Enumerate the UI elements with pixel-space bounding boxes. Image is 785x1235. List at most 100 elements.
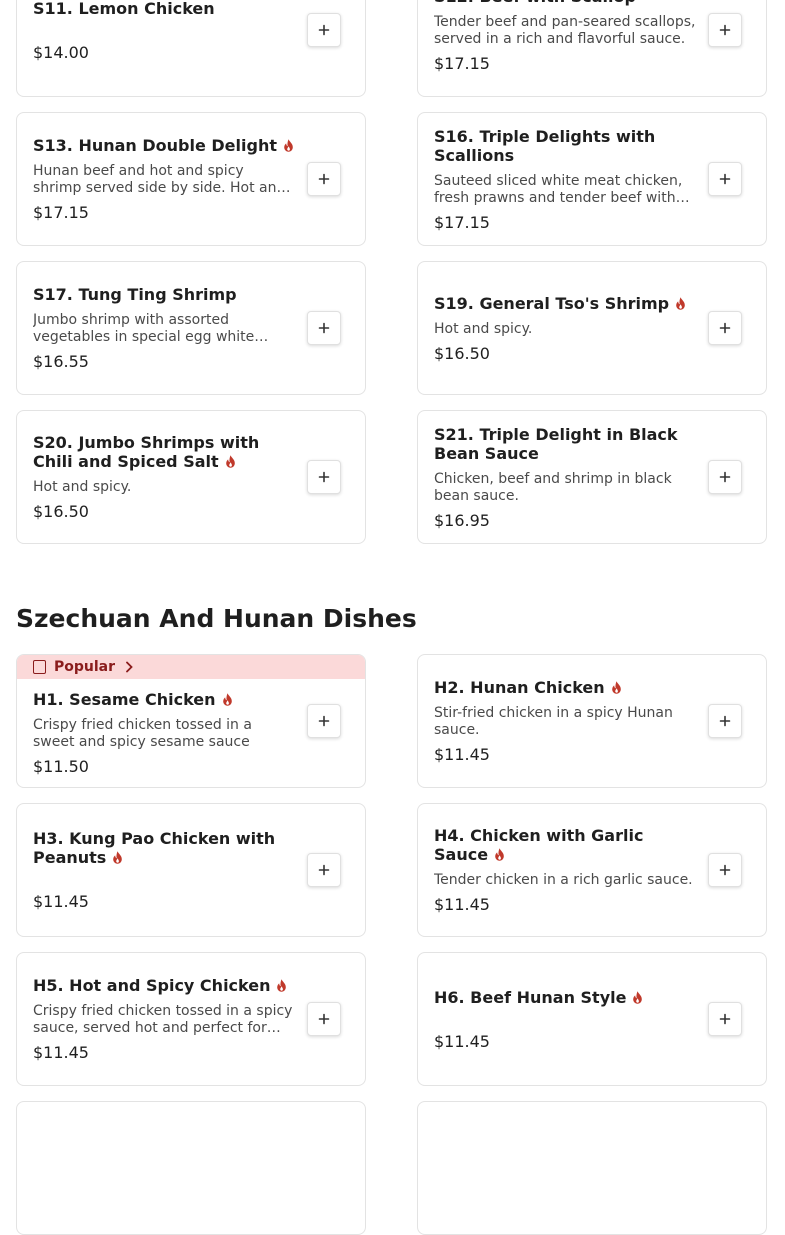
menu-item-info: H3. Kung Pao Chicken with Peanuts $11.45	[33, 804, 295, 936]
spicy-flame-icon	[276, 979, 287, 992]
menu-item-description: Chicken, beef and shrimp in black bean s…	[434, 470, 672, 504]
menu-item-name-text: S21. Triple Delight in Black Bean Sauce	[434, 424, 678, 463]
menu-item-price: $11.45	[434, 745, 490, 764]
spicy-flame-icon	[225, 455, 236, 468]
menu-item-card[interactable]: H3. Kung Pao Chicken with Peanuts $11.45	[16, 803, 366, 937]
menu-item-card[interactable]: S13. Hunan Double Delight Hunan beef and …	[16, 112, 366, 246]
plus-icon	[719, 322, 731, 334]
plus-icon	[719, 864, 731, 876]
plus-icon	[719, 715, 731, 727]
menu-item-name-text: S16. Triple Delights with Scallions	[434, 126, 656, 165]
menu-item-name-text: S12. Beef with Scallop	[434, 0, 636, 6]
menu-item-name-text: H2. Hunan Chicken	[434, 678, 605, 697]
add-to-cart-button[interactable]	[708, 1002, 742, 1036]
menu-item-description: Crispy fried chicken tossed in a sweet a…	[33, 717, 252, 750]
menu-item-info: S11. Lemon Chicken $14.00	[33, 0, 295, 96]
menu-item-name: H6. Beef Hunan Style	[434, 988, 696, 1007]
add-to-cart-button[interactable]	[307, 13, 341, 47]
add-to-cart-button[interactable]	[307, 704, 341, 738]
menu-item-name: H4. Chicken with Garlic Sauce	[434, 826, 696, 864]
menu-item-info: H2. Hunan Chicken Stir-fried chicken in a…	[434, 655, 696, 787]
menu-item-description: Crispy fried chicken tossed in a spicy s…	[33, 1003, 293, 1036]
add-to-cart-button[interactable]	[708, 460, 742, 494]
menu-item-card[interactable]: S11. Lemon Chicken $14.00	[16, 0, 366, 97]
menu-item-price: $14.00	[33, 42, 89, 62]
menu-item-description: Hunan beef and hot and spicy shrimp serv…	[33, 163, 286, 196]
menu-item-name: S20. Jumbo Shrimps with Chili and Spiced…	[33, 433, 295, 471]
menu-item-name: H3. Kung Pao Chicken with Peanuts	[33, 829, 295, 867]
plus-icon	[719, 24, 731, 36]
menu-item-description: Tender chicken in a rich garlic sauce.	[434, 872, 693, 888]
add-to-cart-button[interactable]	[708, 853, 742, 887]
menu-item-name: S11. Lemon Chicken	[33, 0, 295, 18]
menu-item-info: S17. Tung Ting Shrimp Jumbo shrimp with a…	[33, 262, 295, 394]
menu-item-name: H5. Hot and Spicy Chicken	[33, 976, 295, 995]
add-to-cart-button[interactable]	[307, 311, 341, 345]
menu-item-info: S12. Beef with Scallop Tender beef and pa…	[434, 0, 696, 96]
menu-item-info: S16. Triple Delights with Scallions Saute…	[434, 113, 696, 245]
menu-item-name-text: H3. Kung Pao Chicken with Peanuts	[33, 829, 276, 867]
plus-icon	[318, 322, 330, 334]
spicy-flame-icon	[112, 851, 123, 864]
menu-item-name: H2. Hunan Chicken	[434, 678, 696, 697]
add-to-cart-button[interactable]	[307, 460, 341, 494]
menu-item-name-text: H5. Hot and Spicy Chicken	[33, 976, 271, 995]
menu-item-card[interactable]: H4. Chicken with Garlic Sauce Tender chic…	[417, 803, 767, 937]
menu-item-name: S16. Triple Delights with Scallions	[434, 127, 696, 165]
menu-item-price: $11.45	[434, 895, 490, 914]
plus-icon	[719, 1013, 731, 1025]
add-to-cart-button[interactable]	[307, 1002, 341, 1036]
menu-item-price: $16.50	[434, 343, 490, 363]
menu-item-card[interactable]: Popular H1. Sesame Chicken Crispy fried ch…	[16, 654, 366, 788]
add-to-cart-button[interactable]	[708, 704, 742, 738]
plus-icon	[318, 715, 330, 727]
menu-item-price: $17.15	[33, 203, 89, 222]
menu-item-card[interactable]	[417, 1101, 767, 1235]
menu-item-card[interactable]: H5. Hot and Spicy Chicken Crispy fried ch…	[16, 952, 366, 1086]
popular-label: Popular	[54, 659, 116, 675]
menu-item-name-text: S19. General Tso's Shrimp	[434, 293, 670, 313]
menu-item-card[interactable]: S21. Triple Delight in Black Bean Sauce C…	[417, 410, 767, 544]
menu-item-card[interactable]: H6. Beef Hunan Style $11.45	[417, 952, 767, 1086]
menu-item-name-text: S13. Hunan Double Delight	[33, 136, 277, 155]
menu-item-price: $11.45	[434, 1031, 490, 1051]
spicy-flame-icon	[675, 296, 686, 310]
plus-icon	[318, 173, 330, 185]
plus-icon	[719, 471, 731, 483]
menu-item-card[interactable]: S20. Jumbo Shrimps with Chili and Spiced…	[16, 410, 366, 544]
menu-item-card[interactable]: S19. General Tso's Shrimp Hot and spicy. $…	[417, 261, 767, 395]
popular-banner[interactable]: Popular	[17, 655, 365, 679]
plus-icon	[318, 864, 330, 876]
menu-item-price: $11.50	[33, 757, 89, 776]
menu-item-price: $11.45	[33, 1043, 89, 1062]
menu-item-info: S19. General Tso's Shrimp Hot and spicy. $…	[434, 262, 696, 394]
menu-item-card[interactable]: S16. Triple Delights with Scallions Saute…	[417, 112, 767, 246]
add-to-cart-button[interactable]	[307, 853, 341, 887]
plus-icon	[318, 1013, 330, 1025]
menu-item-info: H5. Hot and Spicy Chicken Crispy fried ch…	[33, 953, 295, 1085]
add-to-cart-button[interactable]	[708, 13, 742, 47]
plus-icon	[719, 173, 731, 185]
menu-item-name-text: H4. Chicken with Garlic Sauce	[434, 826, 644, 864]
menu-item-price: $16.55	[33, 352, 89, 371]
spicy-flame-icon	[494, 848, 505, 861]
menu-item-name-text: S17. Tung Ting Shrimp	[33, 285, 237, 304]
menu-item-card[interactable]: H2. Hunan Chicken Stir-fried chicken in a…	[417, 654, 767, 788]
spicy-flame-icon	[632, 990, 643, 1004]
menu-item-description: Sauteed sliced white meat chicken, fresh…	[434, 172, 683, 206]
spicy-flame-icon	[611, 681, 622, 694]
menu-item-description: Jumbo shrimp with assorted vegetables in…	[33, 312, 255, 345]
menu-item-name: S12. Beef with Scallop	[434, 0, 696, 6]
menu-item-card[interactable]: S12. Beef with Scallop Tender beef and pa…	[417, 0, 767, 97]
add-to-cart-button[interactable]	[708, 162, 742, 196]
add-to-cart-button[interactable]	[307, 162, 341, 196]
chevron-right-icon	[125, 661, 133, 673]
menu-item-info: S21. Triple Delight in Black Bean Sauce C…	[434, 411, 696, 543]
menu-item-name-text: H1. Sesame Chicken	[33, 690, 216, 709]
add-to-cart-button[interactable]	[708, 311, 742, 345]
menu-item-card[interactable]: S17. Tung Ting Shrimp Jumbo shrimp with a…	[16, 261, 366, 395]
menu-item-price: $16.50	[33, 502, 89, 521]
menu-item-card[interactable]	[16, 1101, 366, 1235]
menu-item-name-text: S11. Lemon Chicken	[33, 0, 215, 18]
menu-item-info: S20. Jumbo Shrimps with Chili and Spiced…	[33, 411, 295, 543]
